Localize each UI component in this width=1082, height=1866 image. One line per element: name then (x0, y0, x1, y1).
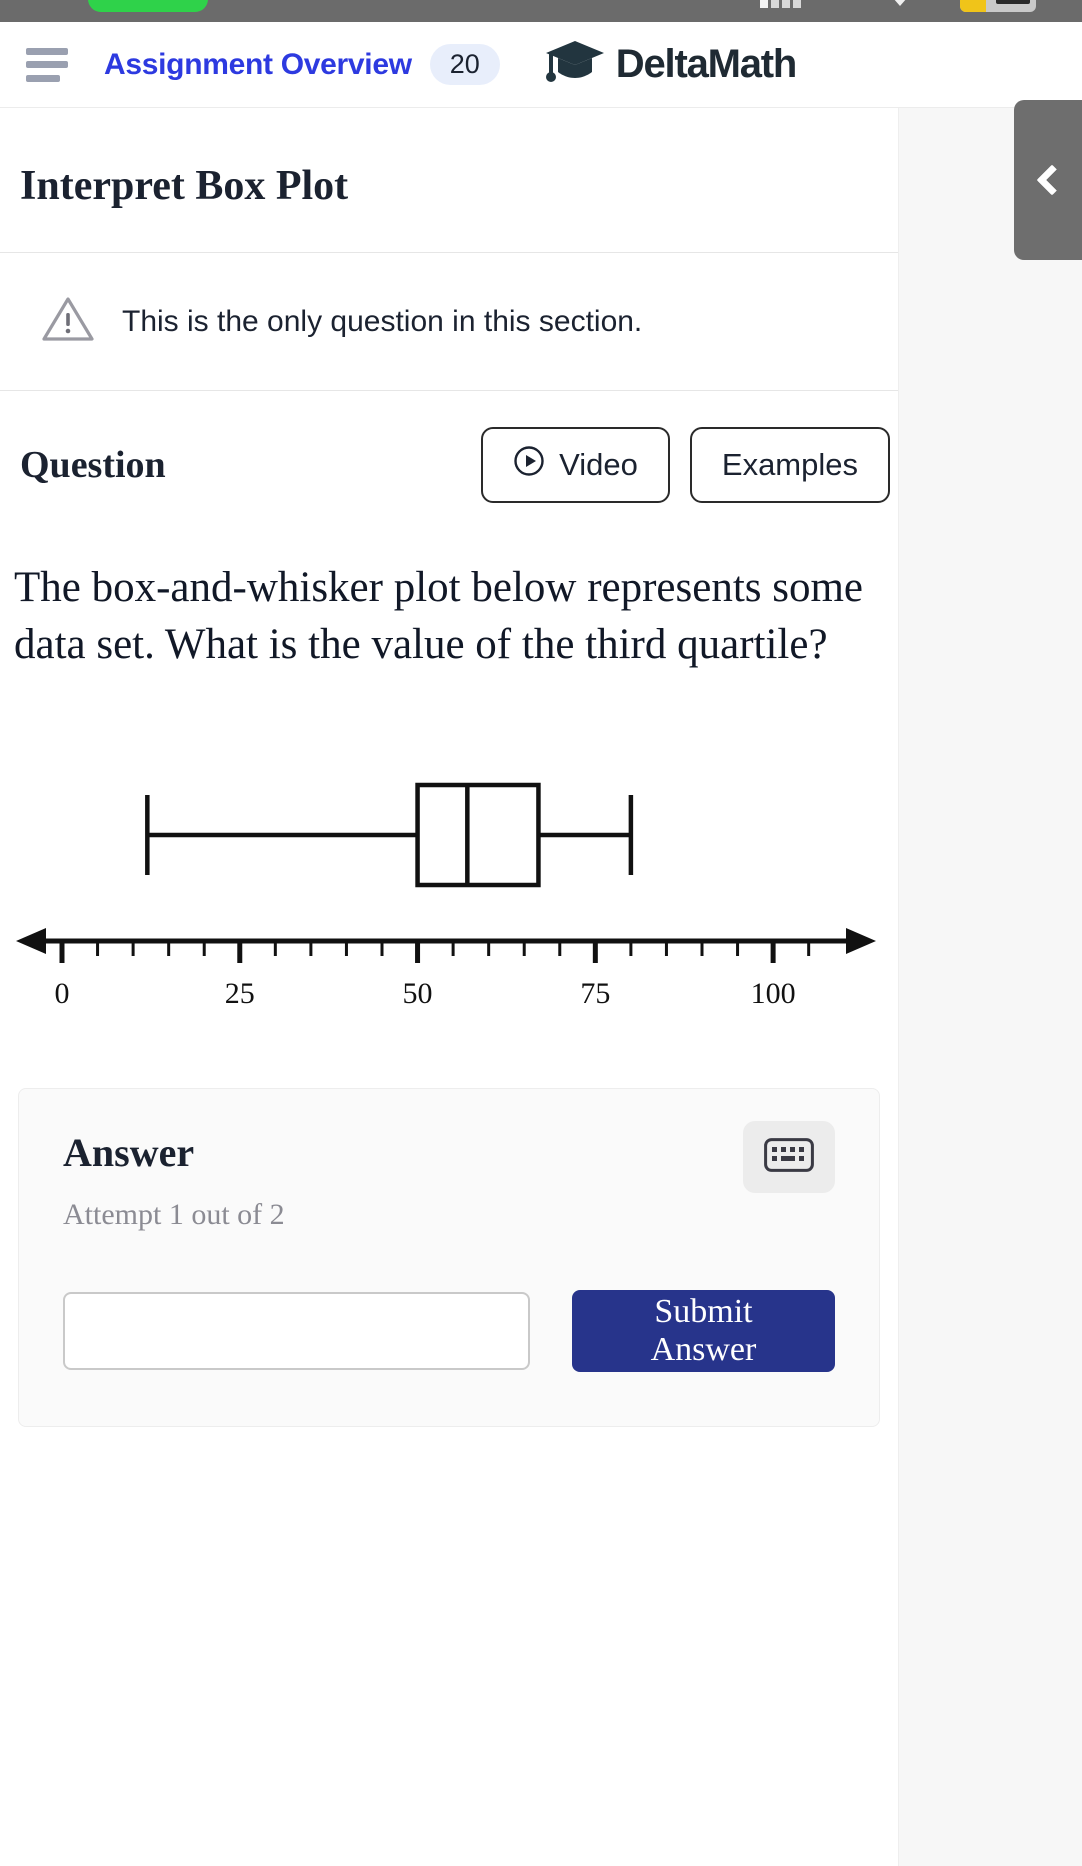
question-label: Question (20, 444, 166, 486)
warning-triangle-icon (42, 295, 94, 348)
svg-text:50: 50 (403, 977, 433, 1010)
svg-text:0: 0 (55, 977, 70, 1010)
graduation-cap-icon (544, 39, 606, 90)
signal-icon (760, 0, 801, 8)
page-content: Interpret Box Plot This is the only ques… (0, 108, 898, 1428)
play-circle-icon (513, 445, 545, 485)
examples-button[interactable]: Examples (689, 427, 890, 503)
brand-logo: DeltaMath (544, 39, 796, 90)
svg-text:100: 100 (751, 977, 796, 1010)
chevron-left-icon (1036, 164, 1068, 196)
attempt-counter: Attempt 1 out of 2 (63, 1198, 285, 1232)
hamburger-icon[interactable] (26, 47, 68, 82)
app-header: Assignment Overview 20 DeltaMath (0, 22, 1082, 108)
drawer-toggle[interactable] (1014, 100, 1082, 260)
box-plot-figure: 0 25 50 75 100 (0, 673, 898, 1024)
section-notice: This is the only question in this sectio… (0, 253, 898, 391)
page-title: Interpret Box Plot (0, 108, 898, 253)
svg-text:75: 75 (580, 977, 610, 1010)
video-button[interactable]: Video (481, 427, 670, 503)
keyboard-icon (764, 1137, 814, 1177)
question-action-buttons: Video Examples (481, 427, 898, 503)
answer-input-row: Submit Answer (63, 1290, 835, 1373)
question-header-row: Question Video Examples (0, 391, 898, 537)
right-gutter (898, 108, 1082, 1866)
brand-name: DeltaMath (615, 42, 797, 86)
answer-title: Answer (63, 1130, 195, 1176)
os-status-bar (0, 0, 1082, 22)
answer-card: Answer Attempt 1 out of 2 Submit Answer (18, 1088, 880, 1428)
status-pill (88, 0, 208, 12)
answer-input[interactable] (63, 1292, 530, 1371)
notice-text: This is the only question in this sectio… (122, 304, 643, 338)
submit-answer-button[interactable]: Submit Answer (571, 1290, 835, 1373)
question-text: The box-and-whisker plot below represent… (14, 564, 864, 669)
battery-icon (960, 0, 1036, 12)
question-count-badge: 20 (429, 44, 500, 85)
video-button-label: Video (559, 447, 638, 482)
wifi-icon (886, 0, 914, 6)
svg-text:25: 25 (225, 977, 255, 1010)
box-plot-svg: 0 25 50 75 100 (16, 783, 876, 1010)
assignment-overview-link[interactable]: Assignment Overview (104, 48, 412, 82)
screen-root: Assignment Overview 20 DeltaMath Interpr… (0, 0, 1082, 1866)
keyboard-toggle-button[interactable] (743, 1121, 835, 1194)
examples-button-label: Examples (721, 447, 858, 482)
